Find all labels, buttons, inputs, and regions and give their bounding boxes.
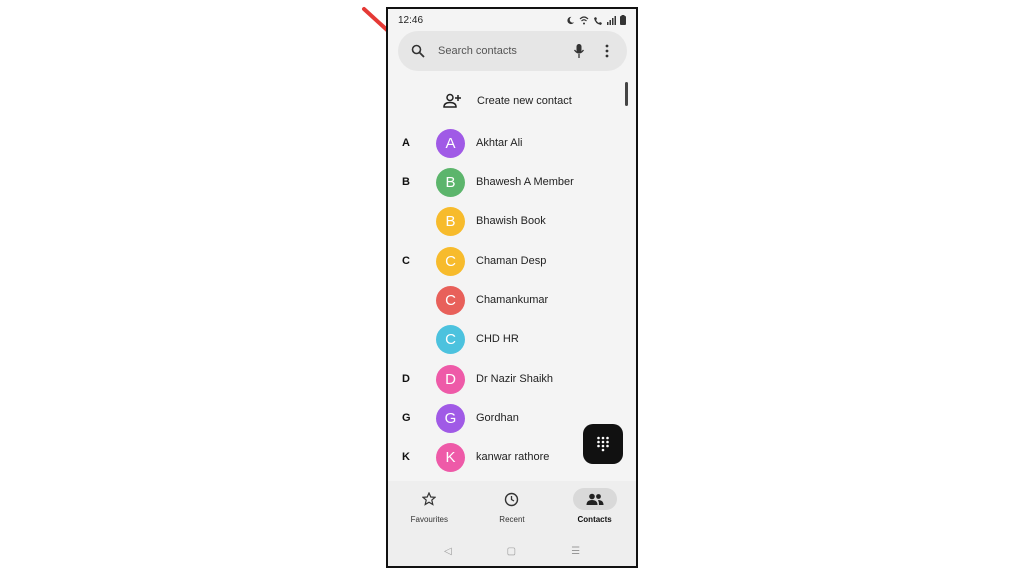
section-letter: C bbox=[402, 255, 410, 267]
dialpad-icon bbox=[597, 436, 609, 452]
list-item[interactable]: C Chamankumar bbox=[388, 283, 636, 317]
bottom-nav: Favourites Recent Contacts bbox=[388, 481, 636, 537]
nav-favourites-label: Favourites bbox=[410, 515, 448, 524]
section-letter: G bbox=[402, 412, 411, 424]
clock-icon bbox=[490, 488, 534, 510]
list-item[interactable]: B Bhawish Book bbox=[388, 204, 636, 238]
moon-icon bbox=[567, 16, 575, 24]
add-person-icon bbox=[443, 93, 461, 108]
phone-screen: 12:46 Search contacts Create new contact bbox=[386, 7, 638, 568]
recents-button[interactable]: ☰ bbox=[571, 546, 580, 557]
contact-name: Bhawish Book bbox=[476, 215, 546, 227]
list-item[interactable]: B B Bhawesh A Member bbox=[388, 165, 636, 199]
list-item[interactable]: D D Dr Nazir Shaikh bbox=[388, 362, 636, 396]
avatar: D bbox=[436, 364, 465, 394]
create-new-contact-button[interactable]: Create new contact bbox=[443, 91, 572, 111]
signal-icon bbox=[607, 15, 616, 25]
status-icons bbox=[566, 15, 626, 25]
section-letter: B bbox=[402, 176, 410, 188]
list-item[interactable]: A A Akhtar Ali bbox=[388, 126, 636, 160]
contact-name: Chaman Desp bbox=[476, 255, 547, 267]
nav-contacts-label: Contacts bbox=[577, 515, 612, 524]
system-navigation: ◁ ▢ ☰ bbox=[388, 537, 636, 566]
nav-recent[interactable]: Recent bbox=[477, 488, 547, 524]
status-bar: 12:46 bbox=[388, 9, 636, 31]
contact-name: Chamankumar bbox=[476, 294, 549, 306]
avatar: G bbox=[436, 403, 465, 433]
avatar: A bbox=[436, 128, 465, 158]
nav-contacts[interactable]: Contacts bbox=[560, 488, 630, 524]
back-button[interactable]: ◁ bbox=[444, 546, 452, 557]
mic-icon[interactable] bbox=[569, 41, 589, 61]
nav-recent-label: Recent bbox=[499, 515, 525, 524]
avatar: C bbox=[436, 246, 465, 276]
avatar: K bbox=[436, 442, 465, 472]
dialpad-button[interactable] bbox=[583, 424, 623, 464]
contact-name: Dr Nazir Shaikh bbox=[476, 373, 554, 385]
contact-name: Akhtar Ali bbox=[476, 137, 523, 149]
search-bar[interactable]: Search contacts bbox=[398, 31, 627, 71]
contacts-icon bbox=[572, 488, 617, 510]
star-icon bbox=[407, 488, 451, 510]
list-item[interactable]: C C Chaman Desp bbox=[388, 244, 636, 278]
avatar: B bbox=[436, 167, 465, 197]
contact-name: Bhawesh A Member bbox=[476, 176, 574, 188]
home-button[interactable]: ▢ bbox=[507, 546, 516, 557]
avatar: C bbox=[436, 285, 465, 315]
nav-favourites[interactable]: Favourites bbox=[394, 488, 464, 524]
search-input[interactable]: Search contacts bbox=[438, 45, 569, 57]
more-vert-icon[interactable] bbox=[597, 41, 617, 61]
wifi-icon bbox=[579, 15, 589, 24]
section-letter: D bbox=[402, 373, 410, 385]
section-letter: A bbox=[402, 137, 410, 149]
avatar: B bbox=[436, 206, 465, 236]
section-letter: K bbox=[402, 451, 410, 463]
contact-name: Gordhan bbox=[476, 412, 519, 424]
avatar: C bbox=[436, 324, 465, 354]
contact-name: CHD HR bbox=[476, 333, 519, 345]
status-time: 12:46 bbox=[398, 14, 424, 26]
search-icon[interactable] bbox=[408, 41, 428, 61]
wifi-calling-icon bbox=[594, 16, 602, 25]
battery-icon bbox=[620, 15, 626, 25]
contact-name: kanwar rathore bbox=[476, 451, 550, 463]
scrollbar[interactable] bbox=[625, 82, 628, 106]
list-item[interactable]: C CHD HR bbox=[388, 322, 636, 356]
create-new-contact-label: Create new contact bbox=[477, 95, 572, 107]
